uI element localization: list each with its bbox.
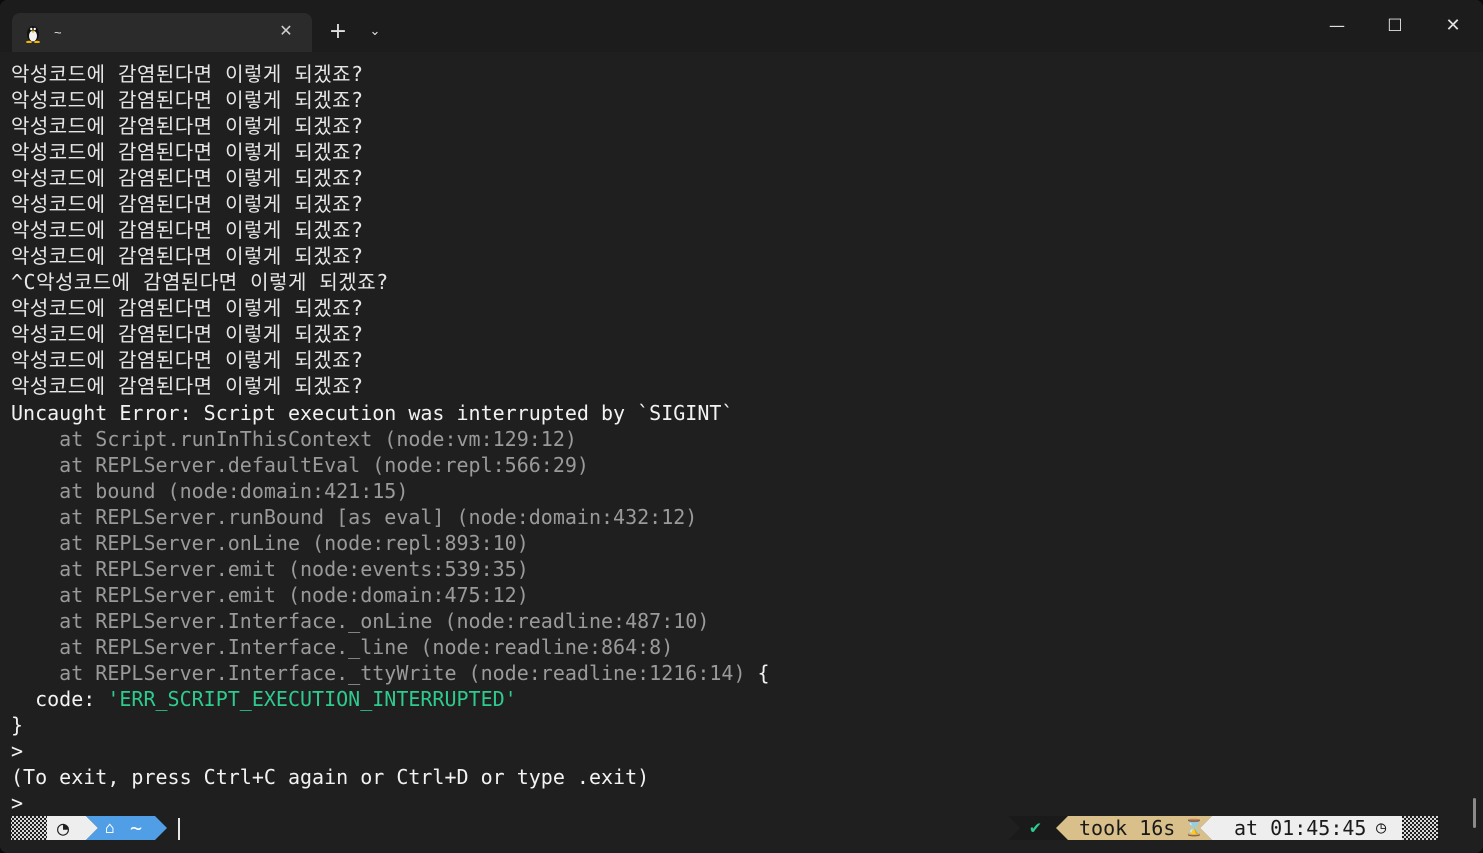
- close-brace: }: [11, 713, 24, 737]
- stack-text: at REPLServer.Interface._ttyWrite (node:…: [11, 661, 746, 685]
- output-line: 악성코드에 감염된다면 이렇게 되겠죠?: [11, 218, 364, 242]
- tab-home[interactable]: ~ ✕: [12, 13, 312, 52]
- output-line: 악성코드에 감염된다면 이렇게 되겠죠?: [11, 374, 364, 398]
- stack-line: at REPLServer.runBound [as eval] (node:d…: [11, 505, 698, 529]
- prompt-time: at 01:45:45: [1234, 816, 1367, 840]
- output-line: ^C악성코드에 감염된다면 이렇게 되겠죠?: [11, 270, 389, 294]
- stack-line: at bound (node:domain:421:15): [11, 479, 409, 503]
- dither-right: [1402, 816, 1438, 840]
- output-line: 악성코드에 감염된다면 이렇게 되겠죠?: [11, 62, 364, 86]
- stack-line: at REPLServer.defaultEval (node:repl:566…: [11, 453, 589, 477]
- stack-line-last: at REPLServer.Interface._ttyWrite (node:…: [11, 660, 770, 686]
- exit-hint: (To exit, press Ctrl+C again or Ctrl+D o…: [11, 765, 650, 789]
- code-key: code:: [11, 687, 108, 711]
- home-icon: ⌂: [105, 818, 115, 837]
- stack-line: at REPLServer.emit (node:events:539:35): [11, 557, 529, 581]
- prompt-dir: ~: [130, 816, 143, 840]
- stack-line: at Script.runInThisContext (node:vm:129:…: [11, 427, 577, 451]
- check-icon: ✔: [1030, 817, 1041, 838]
- output-line: 악성코드에 감염된다면 이렇게 되겠죠?: [11, 114, 364, 138]
- maximize-button[interactable]: ☐: [1372, 10, 1418, 42]
- dir-segment: [86, 816, 167, 840]
- output-line: 악성코드에 감염된다면 이렇게 되겠죠?: [11, 192, 364, 216]
- output-line: 악성코드에 감염된다면 이렇게 되겠죠?: [11, 88, 364, 112]
- open-brace: {: [745, 661, 770, 685]
- output-line: 악성코드에 감염된다면 이렇게 되겠죠?: [11, 348, 364, 372]
- stack-line: at REPLServer.onLine (node:repl:893:10): [11, 531, 529, 555]
- stack-line: at REPLServer.Interface._onLine (node:re…: [11, 609, 710, 633]
- output-line: 악성코드에 감염된다면 이렇게 되겠죠?: [11, 140, 364, 164]
- repl-prompt: >: [11, 739, 24, 763]
- scrollbar-thumb[interactable]: [1473, 798, 1476, 828]
- tab-close-icon[interactable]: ✕: [278, 23, 294, 39]
- linux-penguin-icon: [24, 23, 42, 43]
- linux-icon: ◔: [57, 816, 70, 840]
- stack-line: at REPLServer.Interface._line (node:read…: [11, 635, 674, 659]
- chevron-down-icon[interactable]: ⌄: [364, 22, 386, 42]
- clock-icon: ◷: [1376, 818, 1387, 838]
- output-line: 악성코드에 감염된다면 이렇게 되겠죠?: [11, 322, 364, 346]
- output-line: 악성코드에 감염된다면 이렇게 되겠죠?: [11, 296, 364, 320]
- dither-left: [11, 816, 47, 840]
- tab-title: ~: [54, 25, 62, 40]
- stack-line: at REPLServer.emit (node:domain:475:12): [11, 583, 529, 607]
- output-line: 악성코드에 감염된다면 이렇게 되겠죠?: [11, 244, 364, 268]
- hourglass-icon: ⌛: [1184, 818, 1204, 837]
- title-bar: ~ ✕ + ⌄ — ☐ ✕: [0, 0, 1483, 52]
- took-duration: took 16s: [1079, 816, 1176, 840]
- output-line: 악성코드에 감염된다면 이렇게 되겠죠?: [11, 166, 364, 190]
- code-value: 'ERR_SCRIPT_EXECUTION_INTERRUPTED': [107, 687, 517, 711]
- minimize-button[interactable]: —: [1314, 10, 1360, 42]
- error-code-line: code: 'ERR_SCRIPT_EXECUTION_INTERRUPTED': [11, 686, 517, 712]
- new-tab-button[interactable]: +: [326, 20, 350, 44]
- shell-prompt-bar: ◔ ⌂ ~ ✔ took 16s ⌛ at 01:45:45 ◷: [0, 812, 1483, 842]
- error-header: Uncaught Error: Script execution was int…: [11, 401, 734, 425]
- close-window-button[interactable]: ✕: [1430, 10, 1476, 42]
- terminal-window: ~ ✕ + ⌄ — ☐ ✕ 악성코드에 감염된다면 이렇게 되겠죠? 악성코드에…: [0, 0, 1483, 853]
- text-cursor: [178, 818, 180, 840]
- terminal-output[interactable]: 악성코드에 감염된다면 이렇게 되겠죠? 악성코드에 감염된다면 이렇게 되겠죠…: [0, 52, 1483, 853]
